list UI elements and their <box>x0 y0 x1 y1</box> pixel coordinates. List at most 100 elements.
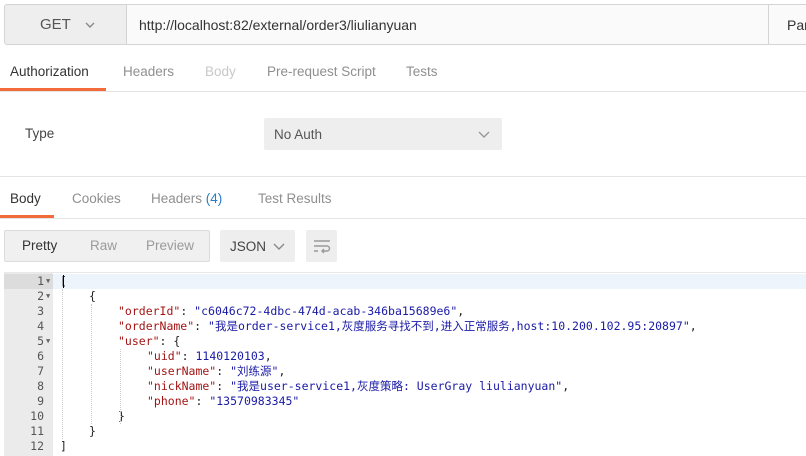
view-mode-group: Pretty Raw Preview <box>4 230 210 262</box>
json-value: 1140120103 <box>195 349 265 363</box>
code-text: "userName": "刘练源", <box>147 364 285 379</box>
indent-guide <box>91 304 92 424</box>
json-punctuation: : <box>216 379 231 393</box>
code-text: "uid": 1140120103, <box>147 349 272 364</box>
params-label: Params <box>787 16 806 33</box>
json-punctuation: , <box>562 379 570 393</box>
auth-type-select[interactable]: No Auth <box>264 118 502 150</box>
params-button[interactable]: Params <box>768 4 806 45</box>
json-punctuation: : { <box>159 334 181 348</box>
preview-button[interactable]: Preview <box>146 231 194 261</box>
code-line: 4 "orderName": "我是order-service1,灰度服务寻找不到… <box>4 319 806 334</box>
active-response-tab-indicator <box>0 215 54 218</box>
json-key: "phone" <box>147 394 196 408</box>
json-punctuation: , <box>278 364 286 378</box>
auth-type-value: No Auth <box>274 126 323 142</box>
tab-response-body[interactable]: Body <box>10 183 41 219</box>
json-key: "orderId" <box>118 304 181 318</box>
code-line: 8 "nickName": "我是user-service1,灰度策略: User… <box>4 379 806 394</box>
code-text: "orderName": "我是order-service1,灰度服务寻找不到,… <box>118 319 697 334</box>
tab-authorization[interactable]: Authorization <box>10 56 89 92</box>
json-punctuation: : <box>181 349 196 363</box>
code-text: } <box>89 424 96 439</box>
json-value: "我是user-service1,灰度策略: UserGray liuliany… <box>230 379 563 393</box>
text-cursor <box>63 275 64 288</box>
code-line: 9 "phone": "13570983345" <box>4 394 806 409</box>
json-key: "uid" <box>147 349 182 363</box>
json-punctuation: , <box>689 319 697 333</box>
raw-button[interactable]: Raw <box>90 231 117 261</box>
code-line: 10} <box>4 409 806 424</box>
json-punctuation: : <box>180 304 195 318</box>
indent-guide <box>120 349 121 424</box>
auth-type-label: Type <box>25 126 55 141</box>
chevron-down-icon <box>273 243 285 250</box>
json-key: "orderName" <box>118 319 195 333</box>
line-number: 12 <box>30 439 44 453</box>
code-text: "user": { <box>118 334 180 349</box>
tab-tests[interactable]: Tests <box>406 56 438 92</box>
fold-toggle-icon[interactable]: ▼ <box>46 334 53 349</box>
json-value: "我是order-service1,灰度服务寻找不到,进入正常服务,host:1… <box>208 319 690 333</box>
line-number: 3 <box>37 304 44 318</box>
json-punctuation: { <box>89 289 96 303</box>
json-key: "user" <box>118 334 160 348</box>
code-text: ] <box>60 439 67 454</box>
json-key: "userName" <box>147 364 217 378</box>
json-punctuation: , <box>457 304 465 318</box>
tab-headers[interactable]: Headers <box>123 56 174 92</box>
tab-response-headers[interactable]: Headers (4) <box>151 183 222 219</box>
json-value: "13570983345" <box>209 394 300 408</box>
code-line: 1▼[ <box>4 274 806 289</box>
method-select[interactable]: GET <box>4 4 127 45</box>
method-label: GET <box>40 16 71 33</box>
pretty-button[interactable]: Pretty <box>22 231 57 261</box>
code-line: 11} <box>4 424 806 439</box>
fold-toggle-icon[interactable]: ▼ <box>46 274 53 289</box>
json-punctuation: : <box>195 394 210 408</box>
line-number: 11 <box>30 424 44 438</box>
request-url-bar: GET http://localhost:82/external/order3/… <box>0 0 806 50</box>
line-number: 10 <box>30 409 44 423</box>
json-punctuation: : <box>194 319 209 333</box>
section-divider <box>0 176 806 177</box>
code-text: "nickName": "我是user-service1,灰度策略: UserG… <box>147 379 569 394</box>
code-line: 5 ▼ "user": { <box>4 334 806 349</box>
tab-test-results[interactable]: Test Results <box>258 183 332 219</box>
url-text: http://localhost:82/external/order3/liul… <box>139 16 417 33</box>
code-text: { <box>89 289 96 304</box>
line-number: 9 <box>37 394 44 408</box>
code-line: 12] <box>4 439 806 454</box>
line-number: 4 <box>37 319 44 333</box>
fold-toggle-icon[interactable]: ▼ <box>46 289 53 304</box>
chevron-down-icon <box>478 131 490 138</box>
wrap-lines-icon <box>313 240 330 254</box>
response-headers-label: Headers <box>151 191 203 206</box>
json-punctuation: , <box>264 349 272 363</box>
line-number: 7 <box>37 364 44 378</box>
json-value: "c6046c72-4dbc-474d-acab-346ba15689e6" <box>194 304 458 318</box>
code-line: 7 "userName": "刘练源", <box>4 364 806 379</box>
url-input[interactable]: http://localhost:82/external/order3/liul… <box>126 4 769 45</box>
code-line: 3 "orderId": "c6046c72-4dbc-474d-acab-346… <box>4 304 806 319</box>
request-tabs: Authorization Headers Body Pre-request S… <box>0 56 806 92</box>
json-punctuation: } <box>89 424 96 438</box>
code-line: 2 ▼{ <box>4 289 806 304</box>
tab-body[interactable]: Body <box>205 56 236 92</box>
code-line: 6 "uid": 1140120103, <box>4 349 806 364</box>
line-number: 8 <box>37 379 44 393</box>
json-key: "nickName" <box>147 379 217 393</box>
json-punctuation: ] <box>60 439 67 453</box>
line-number: 6 <box>37 349 44 363</box>
response-tabs: Body Cookies Headers (4) Test Results <box>0 183 806 219</box>
active-tab-indicator <box>0 88 106 91</box>
json-value: "刘练源" <box>230 364 279 378</box>
tab-pre-request-script[interactable]: Pre-request Script <box>267 56 376 92</box>
chevron-down-icon <box>85 22 95 28</box>
tab-cookies[interactable]: Cookies <box>72 183 121 219</box>
response-body-editor[interactable]: 1▼[2▼{3"orderId": "c6046c72-4dbc-474d-ac… <box>4 272 806 456</box>
format-select[interactable]: JSON <box>220 230 295 262</box>
wrap-lines-button[interactable] <box>306 230 337 262</box>
code-text: "orderId": "c6046c72-4dbc-474d-acab-346b… <box>118 304 464 319</box>
format-value: JSON <box>230 238 267 254</box>
